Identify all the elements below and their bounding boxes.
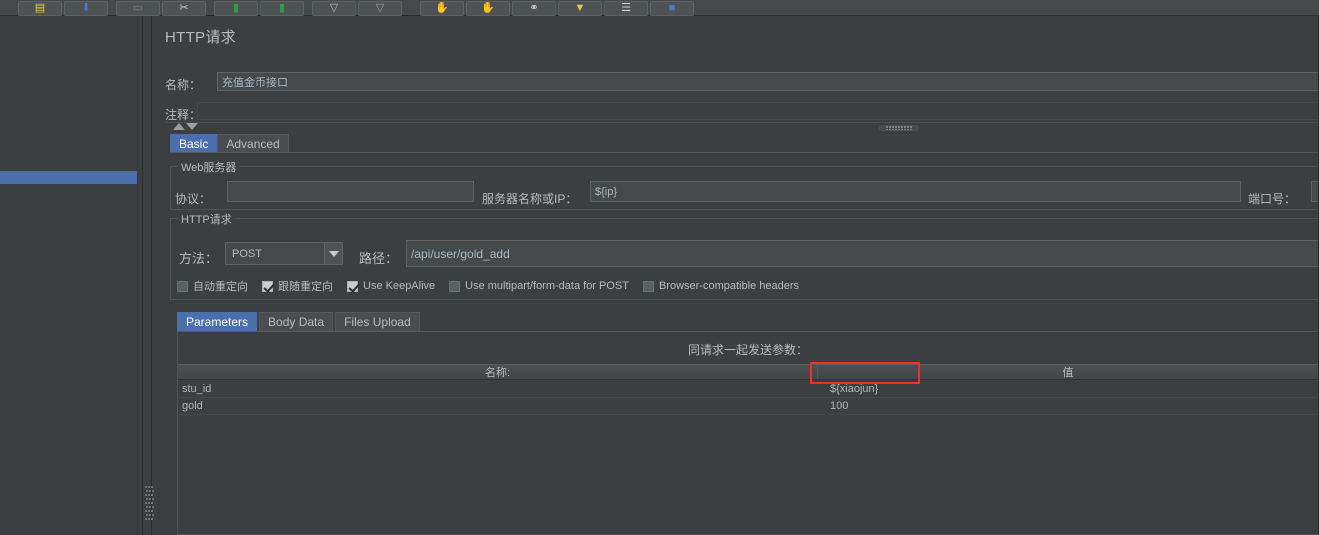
- checkbox-checked-icon[interactable]: [262, 280, 273, 292]
- clear-icon: ▼: [574, 1, 586, 14]
- cell-name[interactable]: stu_id: [178, 381, 818, 397]
- expand-all-icon: ▽: [329, 1, 339, 14]
- paste-icon: ▮: [278, 1, 286, 14]
- protocol-input[interactable]: [227, 181, 474, 202]
- protocol-label: 协议：: [175, 192, 212, 206]
- tab-body-data[interactable]: Body Data: [259, 312, 334, 331]
- row-separator: [178, 414, 1318, 415]
- web-server-group-title: Web服务器: [178, 159, 240, 175]
- jmeter-window: ▤ ⬇ ▭ ✂ ▮ ▮ ▽ ▽ ✋ ✋ ⚭ ▼ ☰ ■ HTTP请求 名称： 充值金币接口 注释：: [0, 0, 1319, 535]
- toolbar-group-run: ✋ ✋ ⚭ ▼ ☰ ■: [420, 0, 696, 16]
- toolbar-button-expand-all[interactable]: ▽: [312, 0, 356, 16]
- splitter-grip-icon[interactable]: [145, 486, 154, 520]
- toolbar-group-file: ▤ ⬇ ▭ ✂ ▮ ▮ ▽ ▽: [18, 0, 404, 16]
- splitter-arrows[interactable]: [173, 123, 198, 130]
- toolbar-button-copy[interactable]: ▮: [214, 0, 258, 16]
- toolbar-button-start[interactable]: ✋: [466, 0, 510, 16]
- toolbar-button-toggle[interactable]: ✋: [420, 0, 464, 16]
- toolbar-button-paste[interactable]: ▮: [260, 0, 304, 16]
- http-request-group-title: HTTP请求: [178, 211, 235, 227]
- open-template-icon: ⬇: [81, 1, 91, 14]
- comment-input[interactable]: [197, 102, 1319, 120]
- parameters-tabs[interactable]: Parameters Body Data Files Upload: [177, 312, 422, 331]
- checkbox-item-4[interactable]: Browser-compatible headers: [642, 280, 799, 292]
- http-request-editor: HTTP请求 名称： 充值金币接口 注释： Basic Advanced Web…: [157, 16, 1319, 535]
- collapse-all-icon: ▽: [375, 1, 385, 14]
- toggle-icon: ✋: [435, 1, 449, 14]
- cell-value[interactable]: 100: [818, 398, 1318, 414]
- cut-icon: ✂: [179, 1, 189, 14]
- toolbar-button-search[interactable]: ☰: [604, 0, 648, 16]
- copy-icon: ▮: [232, 1, 240, 14]
- table-row[interactable]: stu_id ${xiaojun}: [178, 381, 1318, 397]
- new-plan-icon: ▤: [34, 1, 46, 14]
- toolbar-button-open-template[interactable]: ⬇: [64, 0, 108, 16]
- tab-basic[interactable]: Basic: [170, 134, 218, 152]
- splitter-line-right: [151, 16, 152, 535]
- save-icon: ▭: [132, 1, 144, 14]
- method-label: 方法：: [179, 251, 219, 266]
- path-input[interactable]: /api/user/gold_add: [406, 240, 1319, 267]
- checkbox-checked-icon[interactable]: [347, 280, 358, 292]
- expand-down-icon[interactable]: [186, 123, 198, 130]
- vertical-splitter[interactable]: [142, 16, 156, 535]
- tab-parameters[interactable]: Parameters: [177, 312, 258, 331]
- checkbox-unchecked-icon[interactable]: [177, 280, 188, 292]
- checkbox-item-2[interactable]: Use KeepAlive: [347, 280, 435, 292]
- method-select-value: POST: [232, 247, 262, 260]
- checkbox-unchecked-icon[interactable]: [449, 280, 461, 292]
- http-options-checkbox-row: 自动重定向 跟随重定向 Use KeepAlive Use multipart/for…: [177, 278, 813, 294]
- tab-advanced[interactable]: Advanced: [217, 134, 289, 152]
- editor-tabs[interactable]: Basic Advanced: [170, 134, 289, 152]
- checkbox-label: 跟随重定向: [278, 281, 333, 293]
- horizontal-splitter-grip-icon[interactable]: [879, 125, 919, 131]
- toolbar-button-function-helper[interactable]: ■: [650, 0, 694, 16]
- toolbar-button-remote-start[interactable]: ⚭: [512, 0, 556, 16]
- toolbar-button-save[interactable]: ▭: [116, 0, 160, 16]
- name-label: 名称：: [165, 78, 202, 92]
- column-header-name[interactable]: 名称:: [178, 365, 818, 379]
- function-helper-icon: ■: [668, 1, 676, 14]
- path-label: 路径：: [359, 251, 399, 266]
- cell-value[interactable]: ${xiaojun}: [818, 381, 1318, 397]
- checkbox-label: Browser-compatible headers: [658, 280, 799, 292]
- page-title: HTTP请求: [165, 29, 236, 46]
- checkbox-item-3[interactable]: Use multipart/form-data for POST: [449, 280, 629, 292]
- toolbar: ▤ ⬇ ▭ ✂ ▮ ▮ ▽ ▽ ✋ ✋ ⚭ ▼ ☰ ■: [0, 0, 1319, 16]
- remote-start-icon: ⚭: [529, 1, 539, 14]
- checkbox-item-1[interactable]: 跟随重定向: [262, 278, 333, 294]
- cell-name[interactable]: gold: [178, 398, 818, 414]
- method-select[interactable]: POST: [225, 242, 343, 265]
- comment-label: 注释：: [165, 108, 202, 122]
- test-plan-tree-panel[interactable]: [0, 16, 142, 535]
- tree-selected-node[interactable]: [0, 171, 141, 184]
- checkbox-label: 自动重定向: [193, 281, 248, 293]
- toolbar-button-new-plan[interactable]: ▤: [18, 0, 62, 16]
- splitter-line-left: [142, 16, 143, 535]
- tab-underline: [170, 152, 1319, 153]
- column-header-value[interactable]: 值: [818, 365, 1318, 379]
- start-icon: ✋: [481, 1, 495, 14]
- search-icon: ☰: [621, 1, 631, 14]
- host-label: 服务器名称或IP：: [482, 192, 578, 206]
- tab-files-upload[interactable]: Files Upload: [335, 312, 420, 331]
- parameters-panel: 同请求一起发送参数： 名称: 值 stu_id ${xiaojun} gold …: [177, 331, 1319, 535]
- checkbox-item-0[interactable]: 自动重定向: [177, 278, 248, 294]
- host-input[interactable]: ${ip}: [590, 181, 1241, 202]
- chevron-down-icon[interactable]: [324, 243, 342, 264]
- table-row[interactable]: gold 100: [178, 398, 1318, 414]
- checkbox-label: Use multipart/form-data for POST: [465, 280, 629, 292]
- toolbar-button-collapse-all[interactable]: ▽: [358, 0, 402, 16]
- checkbox-unchecked-icon[interactable]: [642, 280, 654, 292]
- checkbox-label: Use KeepAlive: [363, 280, 436, 292]
- parameters-caption: 同请求一起发送参数：: [687, 343, 808, 357]
- toolbar-button-cut[interactable]: ✂: [162, 0, 206, 16]
- name-input[interactable]: 充值金币接口: [217, 72, 1319, 91]
- toolbar-button-clear[interactable]: ▼: [558, 0, 602, 16]
- port-label: 端口号：: [1248, 192, 1297, 206]
- parameters-table-header: 名称: 值: [178, 364, 1318, 380]
- horizontal-splitter[interactable]: [165, 122, 1319, 132]
- collapse-up-icon[interactable]: [173, 123, 185, 130]
